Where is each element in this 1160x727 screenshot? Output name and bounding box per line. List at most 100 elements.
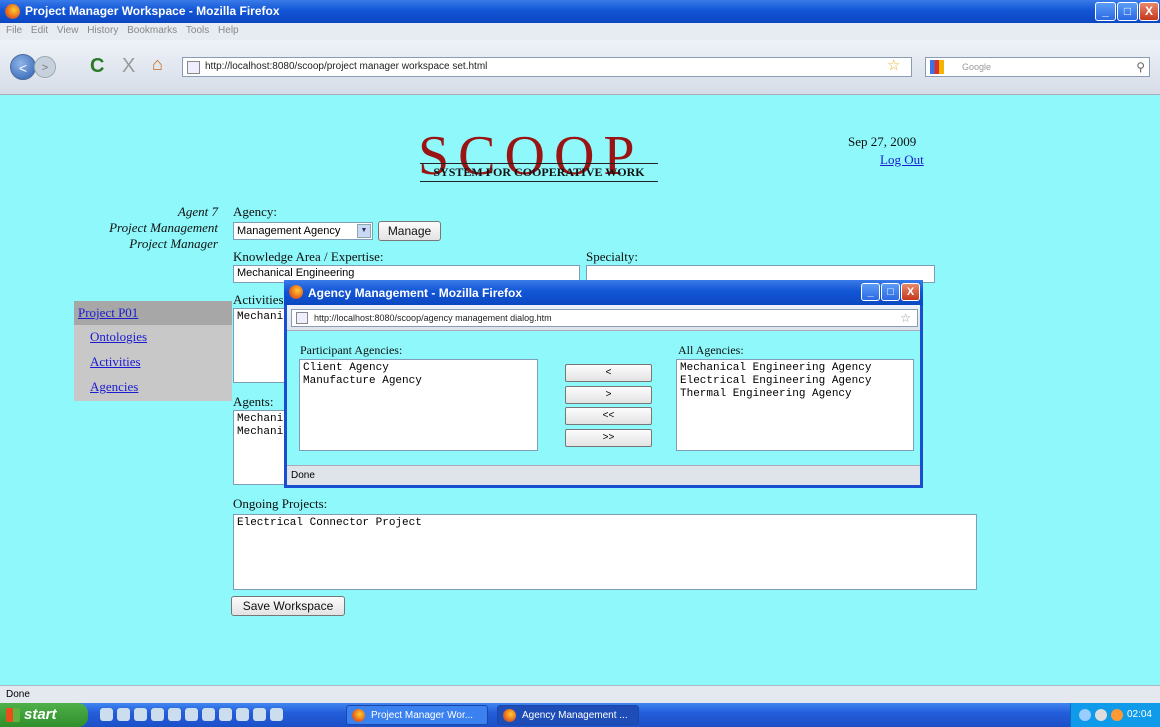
agent-role: Project Manager [129,236,218,251]
project-link[interactable]: Project P01 [78,305,232,321]
agent-name: Agent 7 [177,204,218,219]
sidenav-item-activities[interactable]: Activities [90,354,232,370]
search-input[interactable]: Google ⚲ [925,57,1150,77]
agency-management-dialog: Agency Management - Mozilla Firefox _ □ … [284,280,923,488]
knowledge-label: Knowledge Area / Expertise: [233,249,384,264]
menu-bookmarks[interactable]: Bookmarks [127,25,177,36]
firefox-icon [352,709,365,722]
quick-launch-icon[interactable] [100,708,113,721]
agents-label: Agents: [233,394,274,409]
sidenav-item-ontologies[interactable]: Ontologies [90,329,232,345]
bookmark-star-icon[interactable]: ☆ [887,56,900,74]
start-button[interactable]: start [0,703,88,727]
quick-launch-icon[interactable] [134,708,147,721]
sidenav-item-agencies[interactable]: Agencies [90,379,232,395]
list-item[interactable]: Mechanical Engineering Agency [680,362,910,375]
participant-agencies-list[interactable]: Client Agency Manufacture Agency [299,359,538,451]
dialog-status-bar: Done [287,465,920,485]
search-icon[interactable]: ⚲ [1136,58,1145,76]
specialty-label: Specialty: [586,249,638,264]
taskbar: start Project Manager Wor... Agency Mana… [0,703,1160,727]
dialog-address-bar[interactable]: http://localhost:8080/scoop/agency manag… [291,309,918,327]
quick-launch-icon[interactable] [270,708,283,721]
all-agencies-list[interactable]: Mechanical Engineering Agency Electrical… [676,359,914,451]
save-workspace-button[interactable]: Save Workspace [231,596,345,616]
minimize-button[interactable]: _ [1095,2,1116,21]
all-agencies-label: All Agencies: [678,343,744,357]
volume-icon[interactable] [1095,709,1107,721]
move-right-button[interactable]: > [565,386,652,404]
back-button[interactable]: < [10,54,36,80]
menu-tools[interactable]: Tools [186,25,209,36]
firefox-icon [503,709,516,722]
tray-icon[interactable] [1111,709,1123,721]
clock: 02:04 [1126,709,1152,720]
chevron-down-icon[interactable]: ▼ [357,224,371,238]
dialog-maximize-button[interactable]: □ [881,283,900,301]
quick-launch-icon[interactable] [202,708,215,721]
firefox-icon [5,4,20,19]
activities-label: Activities [233,292,284,307]
dialog-title: Agency Management - Mozilla Firefox [308,286,523,300]
page-icon [187,61,200,74]
menu-history[interactable]: History [87,25,118,36]
window-title: Project Manager Workspace - Mozilla Fire… [25,4,280,18]
system-tray: 02:04 [1070,703,1160,727]
start-label: start [24,706,57,723]
google-icon [930,60,944,74]
ongoing-projects-list[interactable]: Electrical Connector Project [233,514,977,590]
home-button[interactable]: ⌂ [152,54,163,75]
menu-file[interactable]: File [6,25,22,36]
status-bar: Done [0,685,1160,703]
list-item[interactable]: Client Agency [303,362,534,375]
manage-button[interactable]: Manage [378,221,441,241]
address-url: http://localhost:8080/scoop/project mana… [205,61,488,72]
dialog-minimize-button[interactable]: _ [861,283,880,301]
dialog-close-button[interactable]: X [901,283,920,301]
navigation-toolbar: < > C X ⌂ http://localhost:8080/scoop/pr… [0,40,1160,95]
participant-agencies-label: Participant Agencies: [300,343,403,357]
firefox-icon [289,285,303,299]
quick-launch-icon[interactable] [253,708,266,721]
move-left-button[interactable]: < [565,364,652,382]
logout-link[interactable]: Log Out [880,152,924,168]
bookmark-star-icon[interactable]: ☆ [900,310,911,326]
dialog-titlebar: Agency Management - Mozilla Firefox _ □ … [284,280,923,305]
close-button[interactable]: X [1139,2,1159,21]
page-icon [296,312,308,324]
taskbar-item-agency-management[interactable]: Agency Management ... [497,705,639,725]
move-all-left-button[interactable]: << [565,407,652,425]
taskbar-item-project-manager[interactable]: Project Manager Wor... [346,705,488,725]
menu-edit[interactable]: Edit [31,25,48,36]
side-navigation: Project P01 Ontologies Activities Agenci… [74,301,232,401]
search-placeholder: Google [962,62,992,72]
list-item[interactable]: Manufacture Agency [303,375,534,388]
current-date: Sep 27, 2009 [848,134,917,149]
menu-bar: File Edit View History Bookmarks Tools H… [0,23,1160,40]
taskbar-item-label: Agency Management ... [522,710,628,721]
sidenav-header: Project P01 [74,301,232,325]
reload-button[interactable]: C [90,55,104,78]
quick-launch [100,708,330,722]
forward-button[interactable]: > [34,56,56,78]
agent-area: Project Management [109,220,218,235]
list-item[interactable]: Electrical Connector Project [237,517,973,530]
network-icon[interactable] [1079,709,1091,721]
quick-launch-icon[interactable] [219,708,232,721]
quick-launch-icon[interactable] [168,708,181,721]
menu-view[interactable]: View [57,25,79,36]
move-all-right-button[interactable]: >> [565,429,652,447]
maximize-button[interactable]: □ [1117,2,1138,21]
list-item[interactable]: Thermal Engineering Agency [680,388,910,401]
list-item[interactable]: Electrical Engineering Agency [680,375,910,388]
menu-help[interactable]: Help [218,25,239,36]
quick-launch-icon[interactable] [236,708,249,721]
agency-select[interactable]: Management Agency ▼ [233,222,373,240]
quick-launch-icon[interactable] [117,708,130,721]
stop-button[interactable]: X [122,55,135,78]
taskbar-item-label: Project Manager Wor... [371,710,474,721]
quick-launch-icon[interactable] [185,708,198,721]
address-bar[interactable]: http://localhost:8080/scoop/project mana… [182,57,912,77]
quick-launch-icon[interactable] [151,708,164,721]
dialog-address-toolbar: http://localhost:8080/scoop/agency manag… [287,305,920,331]
